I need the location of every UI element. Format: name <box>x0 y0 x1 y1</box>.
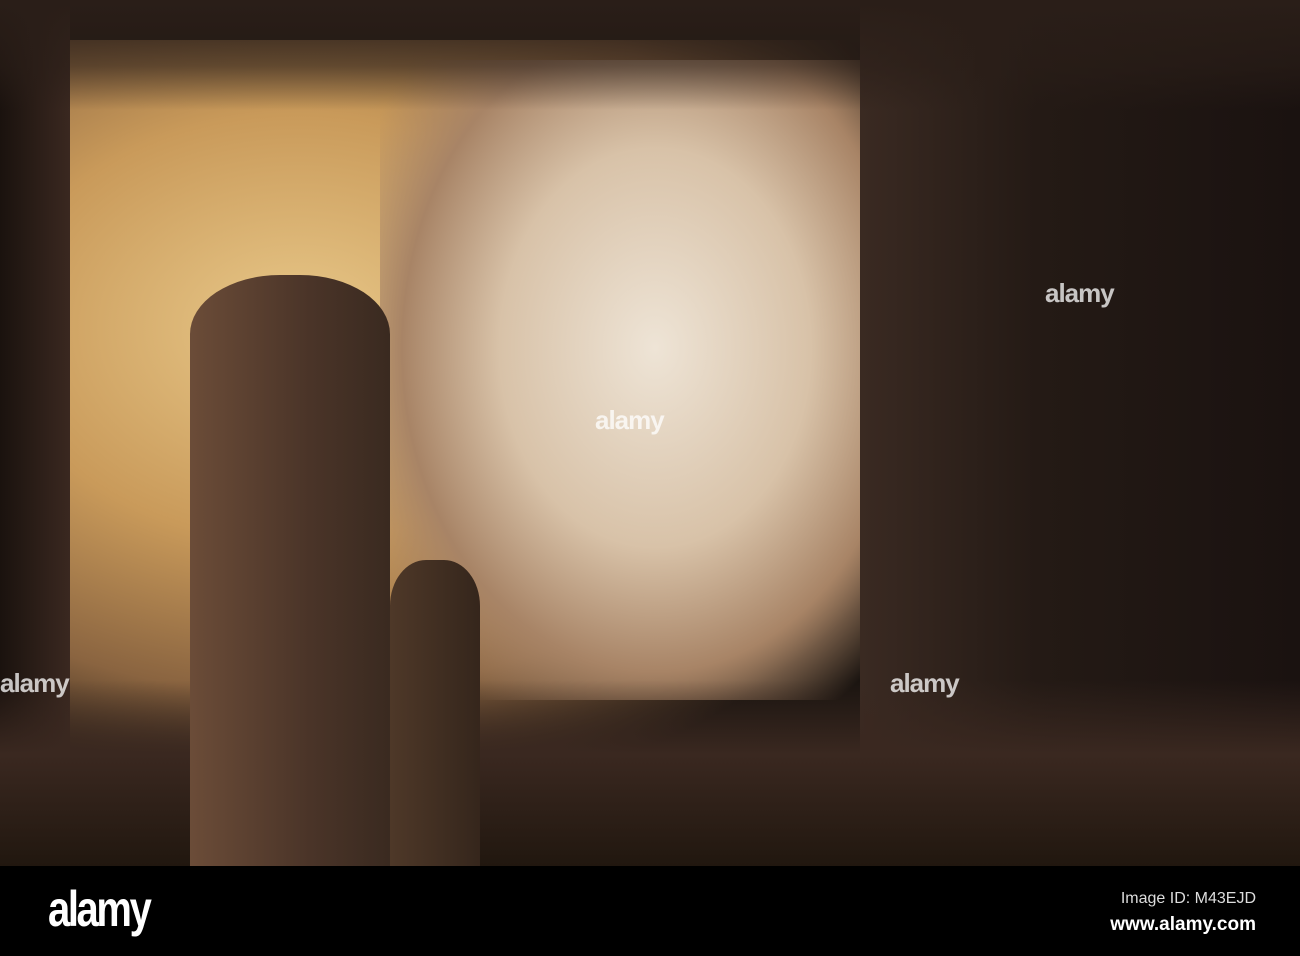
watermark: alamy <box>890 668 960 698</box>
website-url: www.alamy.com <box>1110 914 1256 935</box>
watermark: alamy <box>595 405 665 435</box>
alamy-logo: alamy <box>48 881 152 937</box>
footer-bar: alamy Image ID: M43EJD www.alamy.com <box>0 866 1300 956</box>
small-stalagmite <box>390 560 480 866</box>
cave-photo: alamy alamy alamy alamy <box>0 0 1300 866</box>
image-id: Image ID: M43EJD <box>1120 890 1256 907</box>
stalactite-ceiling <box>0 0 1300 110</box>
stock-photo-page: alamy alamy alamy alamy alamy Image ID: … <box>0 0 1300 956</box>
stalagmite <box>190 275 390 866</box>
watermark: alamy <box>1045 278 1115 308</box>
watermark: alamy <box>0 668 70 698</box>
